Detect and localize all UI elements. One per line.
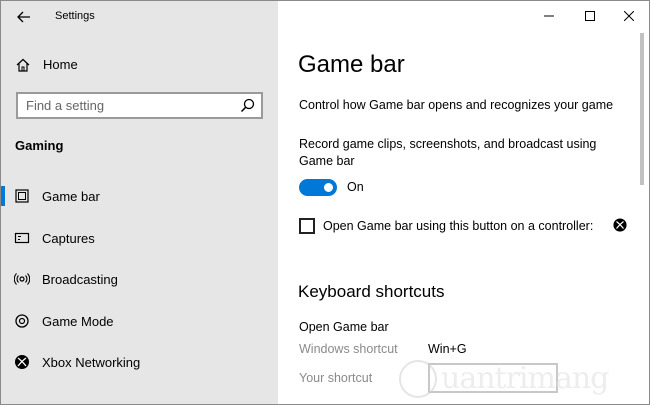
search-input[interactable] xyxy=(18,94,223,117)
xbox-icon xyxy=(15,355,29,369)
active-indicator xyxy=(1,186,5,206)
game-mode-icon xyxy=(15,314,29,328)
watermark: uantrimang xyxy=(399,356,629,401)
xbox-icon xyxy=(613,218,627,232)
sidebar: Settings Home Gaming Game bar xyxy=(1,1,278,404)
maximize-button[interactable] xyxy=(568,1,612,31)
shortcut-name: Open Game bar xyxy=(299,320,389,334)
keyboard-shortcuts-heading: Keyboard shortcuts xyxy=(298,282,445,301)
search-box[interactable] xyxy=(16,92,263,119)
game-bar-icon xyxy=(15,189,29,203)
toggle-knob xyxy=(324,183,333,192)
sidebar-item-home[interactable]: Home xyxy=(1,51,278,79)
minimize-button[interactable] xyxy=(527,1,571,31)
search-icon[interactable] xyxy=(240,98,255,113)
controller-button-checkbox[interactable] xyxy=(299,218,315,234)
toggle-state-label: On xyxy=(347,180,364,194)
page-description: Control how Game bar opens and recognize… xyxy=(299,98,614,112)
sidebar-item-label: Game Mode xyxy=(42,314,114,329)
sidebar-item-label: Captures xyxy=(42,231,95,246)
close-button[interactable] xyxy=(607,1,649,31)
close-icon xyxy=(624,11,634,21)
minimize-icon xyxy=(544,15,554,17)
windows-shortcut-label: Windows shortcut xyxy=(299,342,398,356)
scrollbar[interactable] xyxy=(640,33,644,185)
sidebar-item-label: Broadcasting xyxy=(42,272,118,287)
title-bar: Settings xyxy=(1,1,278,33)
watermark-logo-icon xyxy=(399,359,437,398)
sidebar-item-label: Home xyxy=(43,57,78,72)
sidebar-item-game-bar[interactable]: Game bar xyxy=(1,181,278,211)
watermark-text: uantrimang xyxy=(441,361,609,396)
broadcasting-icon xyxy=(14,273,30,285)
checkbox-label: Open Game bar using this button on a con… xyxy=(323,219,594,233)
sidebar-item-captures[interactable]: Captures xyxy=(1,223,278,253)
sidebar-item-game-mode[interactable]: Game Mode xyxy=(1,306,278,336)
sidebar-item-xbox-networking[interactable]: Xbox Networking xyxy=(1,347,278,377)
sidebar-item-label: Xbox Networking xyxy=(42,355,141,370)
page-title: Game bar xyxy=(298,51,405,78)
back-arrow-icon xyxy=(17,11,30,23)
home-icon xyxy=(16,58,30,72)
settings-window: Settings Home Gaming Game bar xyxy=(0,0,650,405)
app-title: Settings xyxy=(55,10,95,22)
captures-icon xyxy=(14,232,30,244)
record-setting-label: Record game clips, screenshots, and broa… xyxy=(299,137,597,168)
record-toggle[interactable] xyxy=(299,179,337,196)
section-title: Gaming xyxy=(15,138,64,153)
main-panel: Game bar Control how Game bar opens and … xyxy=(278,1,649,404)
windows-shortcut-value: Win+G xyxy=(428,342,467,356)
your-shortcut-label: Your shortcut xyxy=(299,371,373,385)
maximize-icon xyxy=(585,11,595,21)
sidebar-item-broadcasting[interactable]: Broadcasting xyxy=(1,264,278,294)
sidebar-item-label: Game bar xyxy=(42,189,100,204)
back-button[interactable] xyxy=(9,5,39,29)
